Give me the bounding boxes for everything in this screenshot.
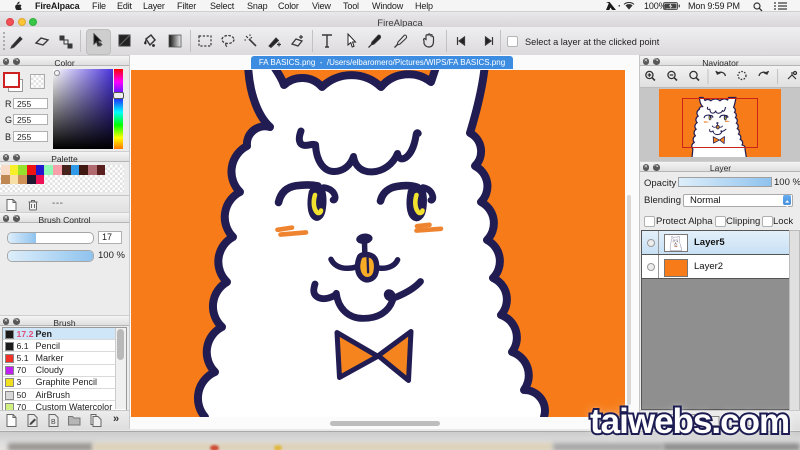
svg-text:B: B bbox=[51, 419, 56, 426]
